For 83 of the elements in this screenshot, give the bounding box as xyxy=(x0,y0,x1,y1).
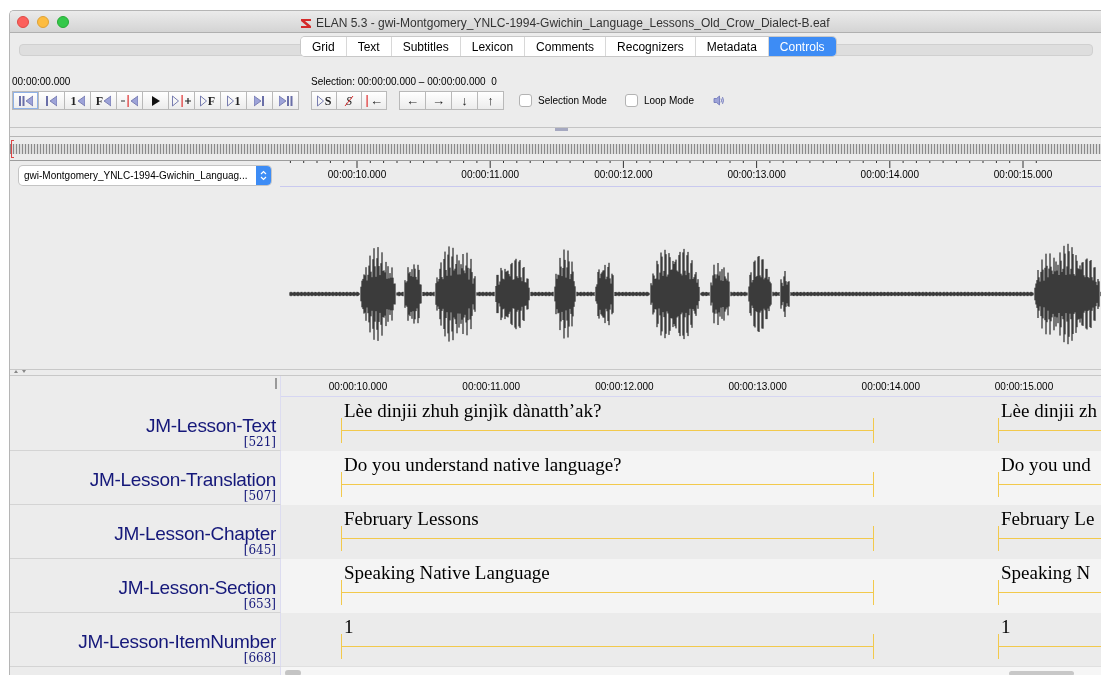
app-logo-icon xyxy=(300,17,312,29)
control-button[interactable]: F xyxy=(194,91,221,110)
time-label: 00:00:10.000 xyxy=(328,382,388,392)
annotation[interactable]: Speaking Native Language xyxy=(341,559,874,613)
cursor-line-icon xyxy=(180,94,184,107)
annotation[interactable]: Do you understand native language? xyxy=(341,451,874,505)
triangle-right-icon xyxy=(254,94,261,107)
volume-icon[interactable] xyxy=(713,95,725,106)
triangle-right-icon xyxy=(316,94,324,107)
arrow-button[interactable]: → xyxy=(425,91,452,110)
double-bar-icon xyxy=(18,94,25,107)
tier-name[interactable]: JM-Lesson-Chapter xyxy=(114,524,276,544)
maximize-icon[interactable] xyxy=(57,15,69,28)
annotation[interactable]: Speaking N xyxy=(998,559,1101,613)
annotation-count: [521] xyxy=(243,436,276,449)
tab[interactable]: Grid xyxy=(301,37,347,56)
annotation[interactable]: Lèe dinjii zh xyxy=(998,397,1101,451)
annotation-count: [645] xyxy=(243,544,276,557)
arrow-button[interactable]: ← xyxy=(399,91,426,110)
time-label: 00:00:13.000 xyxy=(727,170,786,180)
triangle-left-icon xyxy=(77,94,85,107)
media-select[interactable]: gwi-Montgomery_YNLC-1994-Gwichin_Languag... xyxy=(19,165,271,185)
annotation-count: [653] xyxy=(243,598,276,611)
bar-icon xyxy=(262,94,265,107)
arrow-button[interactable]: ↑ xyxy=(477,91,504,110)
checkbox[interactable] xyxy=(519,94,532,107)
time-label: 00:00:11.000 xyxy=(462,382,520,392)
annotation-count: [507] xyxy=(243,490,276,503)
tier-name[interactable]: JM-Lesson-Translation xyxy=(89,470,276,490)
annotation[interactable]: February Le xyxy=(998,505,1101,559)
selection-label: Selection: 00:00:00.000 – 00:00:00.000 0 xyxy=(311,76,498,88)
bar-icon xyxy=(46,94,49,107)
triangle-right-icon xyxy=(226,94,234,107)
checkbox-label[interactable]: Loop Mode xyxy=(643,93,694,108)
time-label: 00:00:14.000 xyxy=(861,382,920,392)
annotation[interactable]: Lèe dinjii zhuh ginjìk dànatth’ak? xyxy=(341,397,874,451)
control-button[interactable]: 1 xyxy=(64,91,91,110)
checkbox[interactable] xyxy=(624,94,638,107)
control-button[interactable]: S xyxy=(311,91,337,110)
tier-name[interactable]: JM-Lesson-Text xyxy=(146,416,276,436)
triangle-right-icon xyxy=(199,94,207,107)
triangle-left-icon xyxy=(25,94,33,107)
control-button[interactable] xyxy=(142,91,169,110)
time-label: 00:00:13.000 xyxy=(728,382,787,392)
scroll-thumb[interactable] xyxy=(285,670,301,675)
tier-name[interactable]: JM-Lesson-Section xyxy=(118,578,276,598)
annotation[interactable]: February Lessons xyxy=(341,505,874,559)
control-button[interactable]: F xyxy=(90,91,117,110)
triangle-left-icon xyxy=(104,94,112,107)
annotation[interactable]: 1 xyxy=(341,613,874,667)
checkbox-label[interactable]: Selection Mode xyxy=(538,93,607,108)
tier-name[interactable]: JM-Lesson-ItemNumber xyxy=(78,632,276,652)
control-button[interactable]: 1 xyxy=(220,91,247,110)
play-icon xyxy=(151,94,160,107)
horizontal-scrollbar[interactable] xyxy=(281,666,1101,675)
close-icon[interactable] xyxy=(17,15,29,28)
column-resize-handle[interactable] xyxy=(275,378,277,389)
time-label: 00:00:15.000 xyxy=(994,382,1054,392)
triangle-right-icon xyxy=(278,94,286,107)
double-bar-icon xyxy=(286,94,293,107)
current-time: 00:00:00.000 xyxy=(12,76,72,88)
cursor-line-icon xyxy=(126,94,130,107)
cursor-line-icon xyxy=(365,94,369,107)
time-label: 00:00:10.000 xyxy=(327,170,387,180)
triangle-right-icon xyxy=(172,94,179,107)
collapse-arrows-icon[interactable] xyxy=(13,369,29,374)
window-title: ELAN 5.3 - gwi-Montgomery_YNLC-1994-Gwichin_Language_Lessons_Old_Crow_Dialect-B.eaf xyxy=(316,15,830,32)
time-label: 00:00:12.000 xyxy=(595,382,654,392)
control-button[interactable]: ← xyxy=(361,91,387,110)
time-label: 00:00:15.000 xyxy=(993,170,1053,180)
time-label: 00:00:14.000 xyxy=(860,170,919,180)
annotation-count: [668] xyxy=(243,652,276,665)
annotation[interactable]: 1 xyxy=(998,613,1101,667)
time-label: 00:00:11.000 xyxy=(461,170,519,180)
triangle-left-icon xyxy=(50,94,57,107)
selection-bracket-icon xyxy=(11,139,14,158)
minimize-icon[interactable] xyxy=(37,15,49,28)
time-label: 00:00:12.000 xyxy=(594,170,653,180)
triangle-left-icon xyxy=(131,94,138,107)
arrow-button[interactable]: ↓ xyxy=(451,91,478,110)
annotation[interactable]: Do you und xyxy=(998,451,1101,505)
stepper-icon xyxy=(256,165,271,185)
splitter-handle[interactable] xyxy=(555,128,568,131)
